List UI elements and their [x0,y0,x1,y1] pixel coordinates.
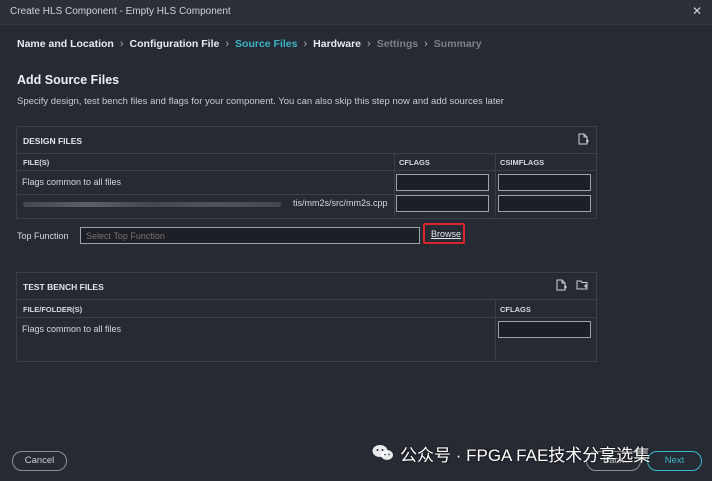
redacted-path [23,202,281,207]
column-header-cflags: CFLAGS [500,305,531,314]
cancel-button[interactable]: Cancel [12,451,67,471]
divider [394,153,395,217]
divider [17,194,396,195]
column-header-files: FILE/FOLDER(S) [23,305,83,314]
chevron-right-icon: › [424,38,428,51]
test-bench-files-title: TEST BENCH FILES [23,282,104,292]
divider [495,299,496,360]
column-header-csimflags: CSIMFLAGS [500,158,545,167]
next-button[interactable]: Next [647,451,702,471]
add-file-icon[interactable] [556,279,567,291]
csimflags-input[interactable] [498,174,591,191]
file-name: Flags common to all files [22,177,122,187]
top-function-input[interactable] [80,227,420,244]
chevron-right-icon: › [367,38,371,51]
top-function-label: Top Function [17,231,69,241]
test-bench-files-header: TEST BENCH FILES [17,273,596,299]
cflags-input[interactable] [498,321,591,338]
add-file-icon[interactable] [578,133,589,145]
window-titlebar: Create HLS Component - Empty HLS Compone… [0,0,712,25]
divider [17,170,596,171]
watermark-text: 公众号 · FPGA FAE技术分享选集 [400,446,651,465]
browse-highlight: Browse [423,223,465,244]
divider [17,153,596,154]
add-folder-icon[interactable] [576,279,588,291]
browse-link[interactable]: Browse [431,229,461,239]
window-title: Create HLS Component - Empty HLS Compone… [10,6,231,17]
divider [17,299,596,300]
chevron-right-icon: › [225,38,230,51]
column-header-cflags: CFLAGS [399,158,430,167]
step-hardware[interactable]: Hardware [313,38,361,50]
page-description: Specify design, test bench files and fla… [17,96,504,107]
file-name: Flags common to all files [22,324,122,334]
wechat-icon [372,445,393,460]
divider [495,153,496,217]
chevron-right-icon: › [119,38,124,51]
step-name-and-location[interactable]: Name and Location [17,38,114,50]
close-icon[interactable]: ✕ [692,4,702,18]
page-title: Add Source Files [17,73,120,87]
wizard-steps: Name and Location › Configuration File › Sou… [17,38,482,50]
cflags-input[interactable] [396,195,489,212]
step-settings: Settings [376,38,419,51]
column-header-files: FILE(S) [23,158,50,167]
design-files-header: DESIGN FILES [17,127,596,153]
step-configuration-file[interactable]: Configuration File [130,38,220,50]
file-name: tis/mm2s/src/mm2s.cpp [293,198,388,208]
cflags-input[interactable] [396,174,489,191]
test-bench-files-panel: TEST BENCH FILES FILE/FOLDER(S) CFLAGS F… [16,272,597,362]
step-source-files[interactable]: Source Files [235,38,297,50]
design-files-title: DESIGN FILES [23,136,83,146]
chevron-right-icon: › [303,38,308,51]
divider [17,317,596,318]
step-summary: Summary [433,38,482,51]
design-files-panel: DESIGN FILES FILE(S) CFLAGS CSIMFLAGS Fl… [16,126,597,219]
csimflags-input[interactable] [498,195,591,212]
